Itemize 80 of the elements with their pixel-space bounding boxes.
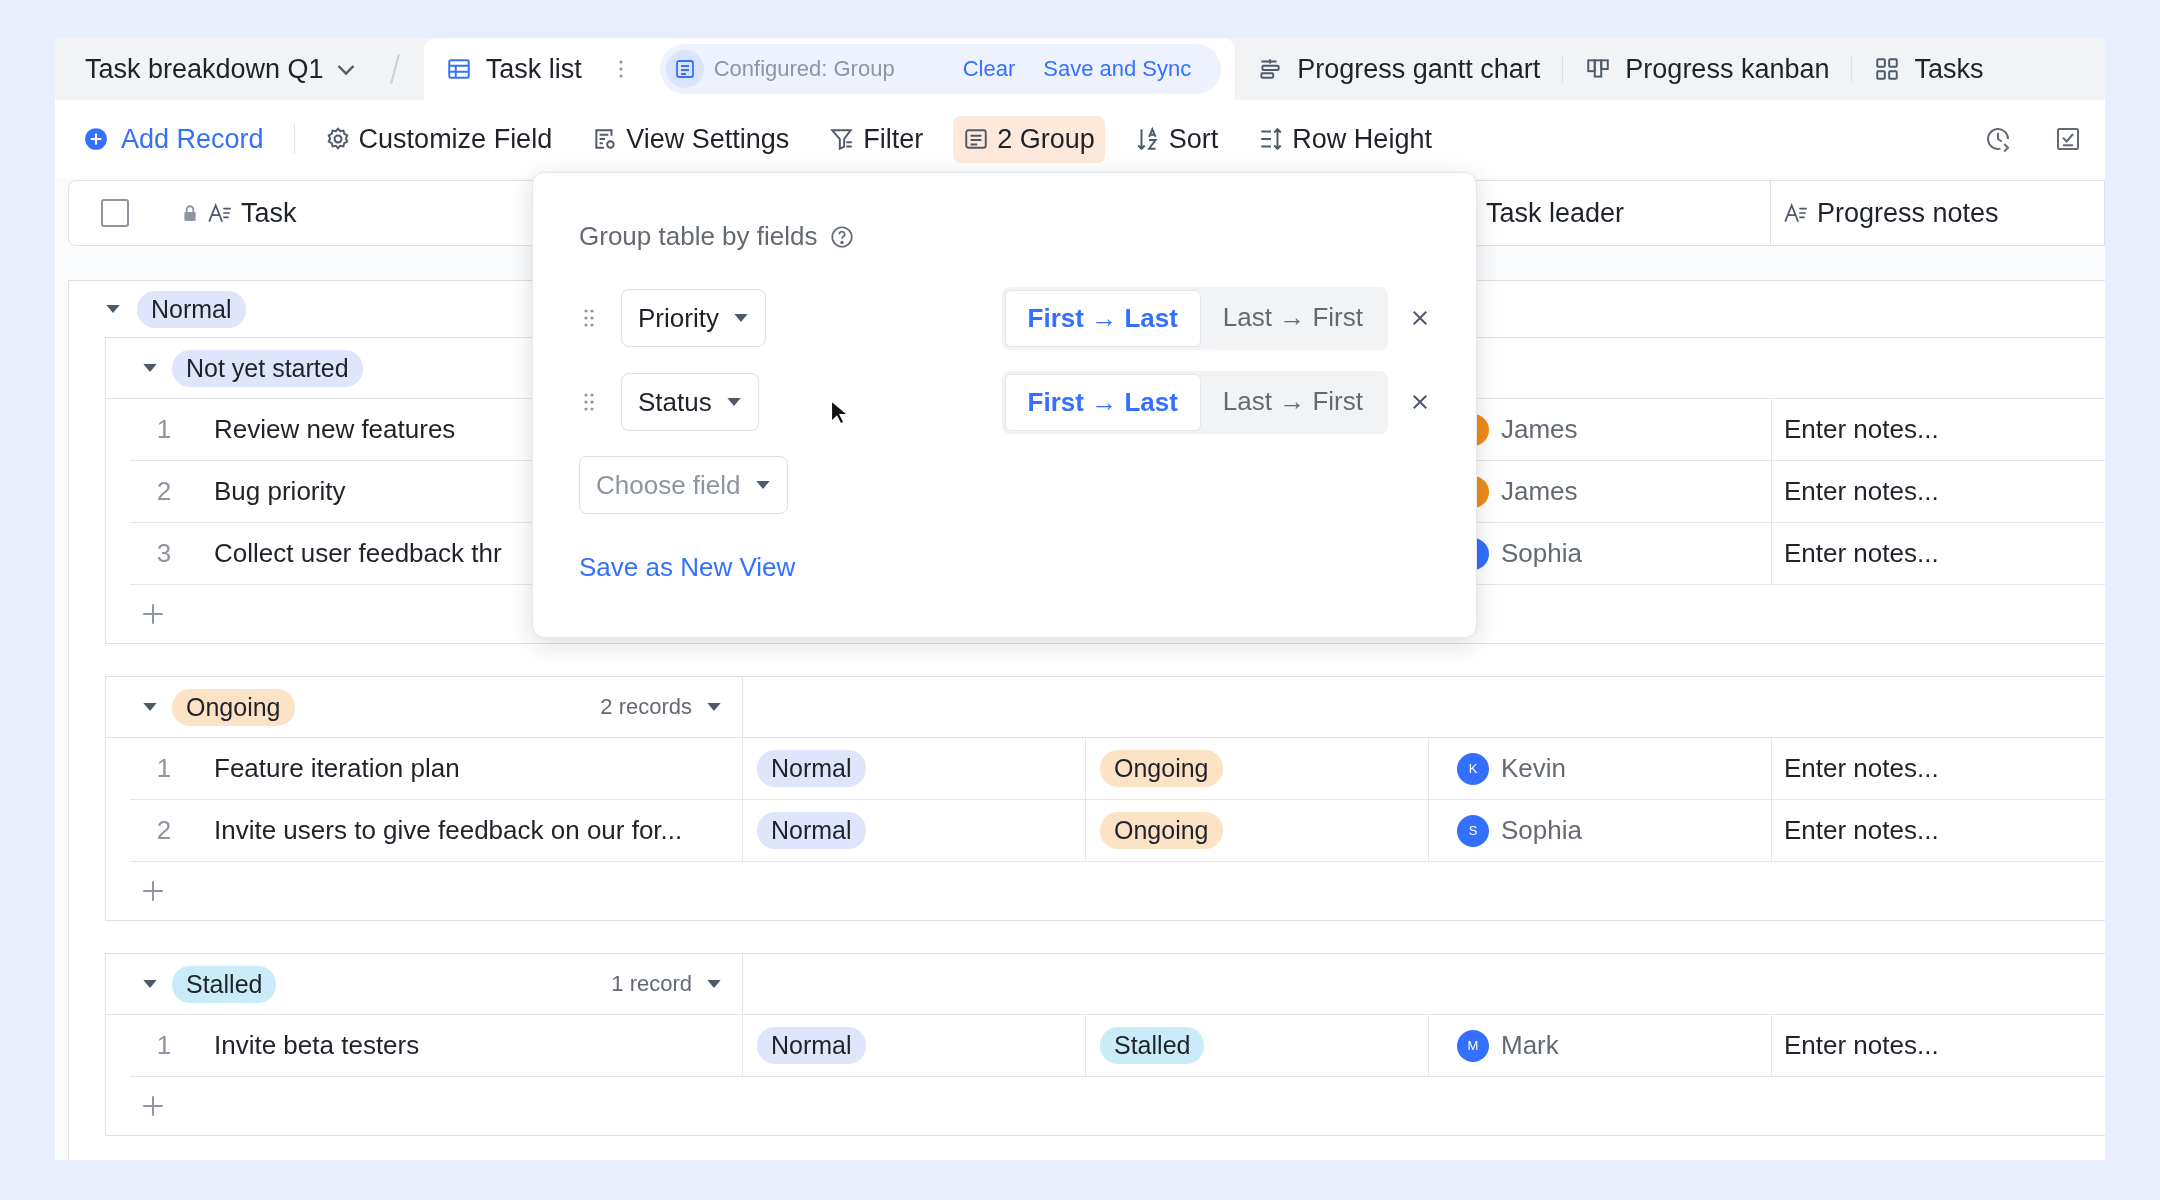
save-view-link[interactable]: Save as New View — [579, 552, 796, 583]
record-count: 1 record — [611, 971, 692, 997]
table-cell: Enter notes... — [1784, 753, 1939, 784]
toolbar-button[interactable]: 2 Group — [953, 115, 1105, 163]
view-tab[interactable]: Task list Configured: Group Clear Save and Sync — [423, 38, 1236, 100]
tiles-icon — [1874, 56, 1901, 82]
configured-status: Configured: Group — [713, 56, 895, 82]
person-name: Sophia — [1501, 538, 1582, 569]
priority-tag: Normal — [757, 812, 866, 849]
column-header[interactable]: Progress notes — [1817, 197, 1999, 229]
priority-tag: Normal — [757, 1027, 866, 1064]
status-tag: Stalled — [1100, 1027, 1205, 1064]
field-dropdown[interactable]: Status — [621, 373, 759, 431]
toolbar-button[interactable]: Filter — [819, 115, 934, 163]
sort-order-option[interactable]: First → Last — [1004, 373, 1201, 431]
group-icon — [963, 126, 990, 152]
table-title[interactable]: Task breakdown Q1 — [55, 38, 376, 100]
add-row-icon[interactable] — [140, 601, 166, 627]
toolbar-button[interactable]: Customize Field — [314, 115, 563, 163]
row-number: 1 — [155, 414, 173, 445]
table-cell: Bug priority — [214, 476, 346, 507]
row-number: 1 — [155, 1030, 173, 1061]
person-name: Kevin — [1501, 753, 1567, 784]
help-icon[interactable] — [829, 223, 856, 250]
table-cell: Invite beta testers — [214, 1030, 420, 1061]
select-all-checkbox[interactable] — [101, 199, 129, 227]
clear-link[interactable]: Clear — [962, 56, 1016, 82]
drag-handle-icon[interactable] — [583, 308, 595, 328]
group-tag: Normal — [137, 290, 246, 328]
add-record-button[interactable]: Add Record — [73, 115, 274, 163]
row-number: 2 — [155, 815, 173, 846]
close-icon[interactable] — [1410, 392, 1430, 412]
table-cell: Invite users to give feedback on our for... — [214, 815, 683, 846]
group-tag: Stalled — [172, 965, 277, 1003]
column-header[interactable]: Task leader — [1486, 197, 1625, 229]
table-cell: Review new features — [214, 414, 456, 445]
status-tag: Ongoing — [1100, 750, 1223, 787]
avatar: S — [1457, 814, 1489, 847]
view-tab[interactable]: Progress gantt chart — [1235, 38, 1563, 100]
record-count: 2 records — [600, 694, 692, 720]
add-row-icon[interactable] — [140, 1093, 166, 1119]
cursor-icon — [830, 400, 848, 426]
view-tab[interactable]: Progress kanban — [1563, 38, 1852, 100]
person-name: James — [1501, 476, 1578, 507]
toolbar-button[interactable]: View Settings — [582, 115, 800, 163]
sort-order-option[interactable]: First → Last — [1004, 289, 1201, 347]
add-row-icon[interactable] — [140, 878, 166, 904]
table-cell: Enter notes... — [1784, 476, 1939, 507]
row-number: 1 — [155, 753, 173, 784]
priority-tag: Normal — [757, 750, 866, 787]
lock-icon — [181, 204, 199, 222]
person-name: Sophia — [1501, 815, 1582, 846]
status-tag: Ongoing — [1100, 812, 1223, 849]
group-tag: Not yet started — [172, 349, 363, 387]
person-name: Mark — [1501, 1030, 1559, 1061]
group-tag: Ongoing — [172, 688, 295, 726]
table-cell: Feature iteration plan — [214, 753, 460, 784]
field-dropdown[interactable]: Priority — [621, 289, 766, 347]
table-icon — [445, 56, 472, 82]
plus-circle-icon — [83, 126, 109, 152]
table-cell: Enter notes... — [1784, 1030, 1939, 1061]
table-cell: Enter notes... — [1784, 414, 1939, 445]
toolbar-button[interactable]: Sort — [1124, 115, 1229, 163]
table-cell: Enter notes... — [1784, 815, 1939, 846]
view-tab[interactable]: Tasks — [1852, 38, 2006, 100]
table-cell: Enter notes... — [1784, 538, 1939, 569]
save-sync-link[interactable]: Save and Sync — [1043, 56, 1192, 82]
avatar: M — [1457, 1029, 1489, 1062]
row-number: 3 — [155, 538, 173, 569]
person-name: James — [1501, 414, 1578, 445]
column-header[interactable]: Task — [241, 197, 297, 229]
row-number: 2 — [155, 476, 173, 507]
drag-handle-icon[interactable] — [583, 392, 595, 412]
toolbar-button[interactable]: Row Height — [1248, 115, 1442, 163]
popover-title: Group table by fields — [579, 221, 818, 252]
close-icon[interactable] — [1410, 308, 1430, 328]
sort-order-option[interactable]: Last → First — [1200, 373, 1385, 431]
avatar: K — [1457, 752, 1489, 785]
table-cell: Collect user feedback thr — [214, 538, 502, 569]
sort-order-option[interactable]: Last → First — [1200, 289, 1385, 347]
